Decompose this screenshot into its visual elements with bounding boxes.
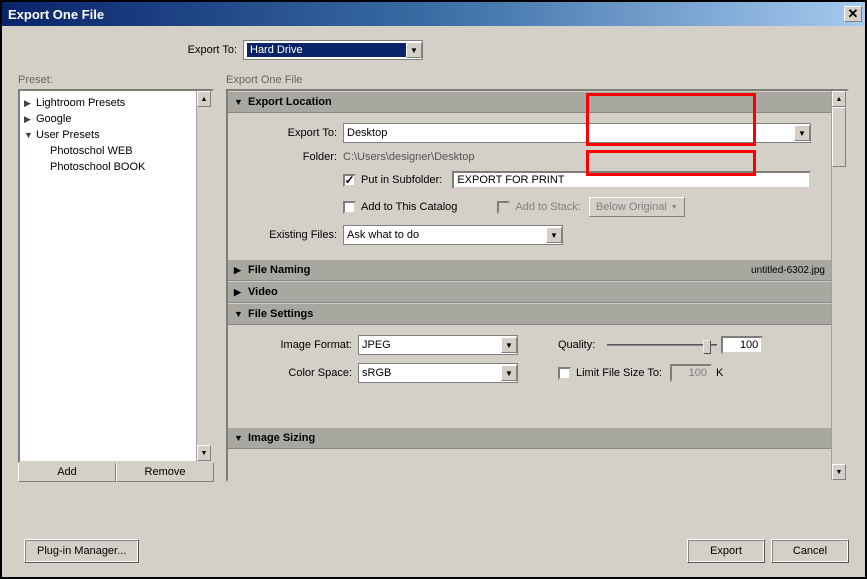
triangle-down-icon: ▼ [234, 309, 248, 319]
triangle-right-icon: ▶ [234, 287, 248, 298]
folder-label: Folder: [248, 151, 343, 163]
chevron-down-icon[interactable]: ▼ [501, 337, 517, 353]
below-original-select: Below Original▼ [589, 197, 685, 217]
export-to-row: Export To: Hard Drive ▼ [18, 40, 849, 60]
export-location-body: Export To: Desktop ▼ Folder: C:\Users\de… [228, 113, 831, 259]
limit-unit: K [716, 367, 723, 379]
video-header[interactable]: ▶ Video [228, 281, 831, 303]
quality-slider[interactable] [607, 344, 717, 346]
scroll-up-icon[interactable]: ▲ [197, 91, 211, 107]
export-to-dest-label: Export To: [248, 127, 343, 139]
preset-label: Preset: [18, 74, 214, 86]
chevron-down-icon[interactable]: ▼ [406, 42, 422, 58]
export-location-header[interactable]: ▼ Export Location [228, 91, 831, 113]
add-catalog-checkbox[interactable] [343, 201, 356, 214]
add-preset-button[interactable]: Add [18, 462, 116, 482]
right-column: Export One File ▼ Export Location Export… [226, 74, 849, 482]
subfolder-checkbox[interactable]: ✓ [343, 174, 356, 187]
close-button[interactable]: ✕ [844, 6, 862, 22]
preset-photoschool-book[interactable]: Photoschool BOOK [20, 159, 212, 175]
triangle-right-icon: ▶ [24, 114, 36, 125]
chevron-down-icon[interactable]: ▼ [546, 227, 562, 243]
slider-thumb[interactable] [703, 340, 711, 354]
triangle-right-icon: ▶ [24, 98, 36, 109]
section-label: Export One File [226, 74, 849, 86]
preset-google[interactable]: ▶Google [20, 111, 212, 127]
chevron-down-icon[interactable]: ▼ [501, 365, 517, 381]
preset-list: ▶Lightroom Presets ▶Google ▼User Presets… [18, 89, 214, 463]
chevron-down-icon[interactable]: ▼ [794, 125, 810, 141]
content-area: Export To: Hard Drive ▼ Preset: ▶Lightro… [2, 26, 865, 577]
scroll-down-icon[interactable]: ▼ [832, 464, 846, 480]
existing-files-label: Existing Files: [248, 229, 343, 241]
subfolder-label: Put in Subfolder: [361, 174, 442, 186]
panel-scrollbar[interactable]: ▲ ▼ [831, 91, 847, 480]
limit-size-input [670, 364, 712, 382]
add-stack-label: Add to Stack: [515, 201, 580, 213]
color-space-label: Color Space: [248, 367, 358, 379]
color-space-select[interactable]: sRGB ▼ [358, 363, 518, 383]
scroll-up-icon[interactable]: ▲ [832, 91, 846, 107]
triangle-down-icon: ▼ [24, 130, 36, 140]
image-format-select[interactable]: JPEG ▼ [358, 335, 518, 355]
scroll-down-icon[interactable]: ▼ [197, 445, 211, 461]
cancel-button[interactable]: Cancel [771, 539, 849, 563]
chevron-down-icon: ▼ [671, 204, 678, 211]
bottom-buttons: Plug-in Manager... Export Cancel [18, 539, 849, 563]
export-to-dest-select[interactable]: Desktop ▼ [343, 123, 811, 143]
title-text: Export One File [8, 7, 104, 22]
export-to-label: Export To: [18, 44, 243, 56]
remove-preset-button[interactable]: Remove [116, 462, 214, 482]
file-settings-body: Image Format: JPEG ▼ Quality: Color Spac… [228, 325, 831, 397]
existing-files-select[interactable]: Ask what to do ▼ [343, 225, 563, 245]
triangle-right-icon: ▶ [234, 265, 248, 276]
preset-lightroom[interactable]: ▶Lightroom Presets [20, 95, 212, 111]
export-button[interactable]: Export [687, 539, 765, 563]
preset-user[interactable]: ▼User Presets [20, 127, 212, 143]
subfolder-input[interactable] [452, 171, 811, 189]
file-settings-header[interactable]: ▼ File Settings [228, 303, 831, 325]
triangle-down-icon: ▼ [234, 97, 248, 107]
folder-path: C:\Users\designer\Desktop [343, 151, 474, 163]
quality-label: Quality: [558, 339, 595, 351]
add-catalog-label: Add to This Catalog [361, 201, 457, 213]
export-dialog: Export One File ✕ Export To: Hard Drive … [0, 0, 867, 579]
image-sizing-header[interactable]: ▼ Image Sizing [228, 427, 831, 449]
limit-size-checkbox[interactable] [558, 367, 571, 380]
export-to-value: Hard Drive [247, 43, 406, 57]
add-stack-checkbox [497, 201, 510, 214]
scroll-thumb[interactable] [832, 107, 846, 167]
file-naming-header[interactable]: ▶ File Naming untitled-6302.jpg [228, 259, 831, 281]
export-to-select[interactable]: Hard Drive ▼ [243, 40, 423, 60]
file-naming-hint: untitled-6302.jpg [751, 265, 825, 276]
preset-scrollbar[interactable]: ▲ ▼ [196, 91, 212, 461]
limit-size-label: Limit File Size To: [576, 367, 662, 379]
image-format-label: Image Format: [248, 339, 358, 351]
quality-input[interactable] [721, 336, 763, 354]
preset-photoschool-web[interactable]: Photoschol WEB [20, 143, 212, 159]
titlebar: Export One File ✕ [2, 2, 865, 26]
triangle-down-icon: ▼ [234, 433, 248, 443]
left-column: Preset: ▶Lightroom Presets ▶Google ▼User… [18, 74, 214, 482]
plugin-manager-button[interactable]: Plug-in Manager... [24, 539, 139, 563]
panel-area: ▼ Export Location Export To: Desktop ▼ [226, 89, 849, 482]
